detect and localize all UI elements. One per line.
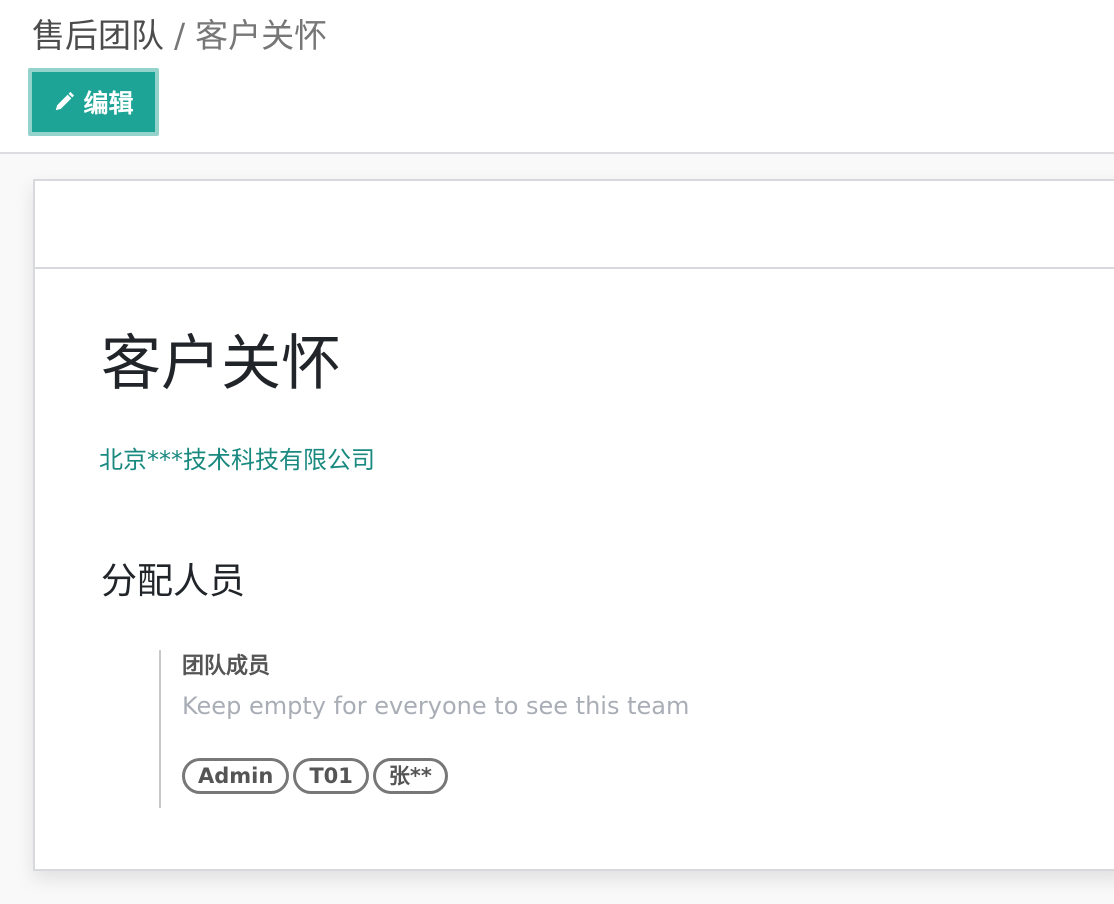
breadcrumb-separator: /: [174, 16, 186, 55]
record-title: 客户关怀: [101, 329, 341, 399]
team-members-tags: Admin T01 张**: [182, 758, 448, 794]
team-members-group: 团队成员 Keep empty for everyone to see this…: [159, 650, 859, 808]
control-panel: 售后团队 / 客户关怀 编辑: [0, 0, 1114, 154]
breadcrumb-current: 客户关怀: [195, 16, 328, 55]
breadcrumb-parent-link[interactable]: 售后团队: [32, 16, 164, 55]
form-view: 客户关怀 北京***技术科技有限公司 分配人员 团队成员 Keep empty …: [0, 154, 1114, 904]
team-members-help: Keep empty for everyone to see this team: [182, 692, 690, 720]
edit-button-label: 编辑: [83, 89, 134, 118]
team-members-label: 团队成员: [182, 654, 271, 679]
breadcrumb: 售后团队 / 客户关怀: [32, 14, 327, 58]
member-tag-admin[interactable]: Admin: [182, 758, 290, 794]
member-tag-redacted[interactable]: 张**: [372, 758, 448, 794]
form-statusbar: [35, 181, 1114, 269]
form-sheet: 客户关怀 北京***技术科技有限公司 分配人员 团队成员 Keep empty …: [33, 179, 1114, 871]
pencil-icon: [53, 91, 75, 113]
edit-button[interactable]: 编辑: [28, 68, 159, 136]
member-tag-t01[interactable]: T01: [293, 758, 369, 794]
section-title-assignment: 分配人员: [101, 561, 246, 602]
company-link[interactable]: 北京***技术科技有限公司: [99, 444, 375, 476]
